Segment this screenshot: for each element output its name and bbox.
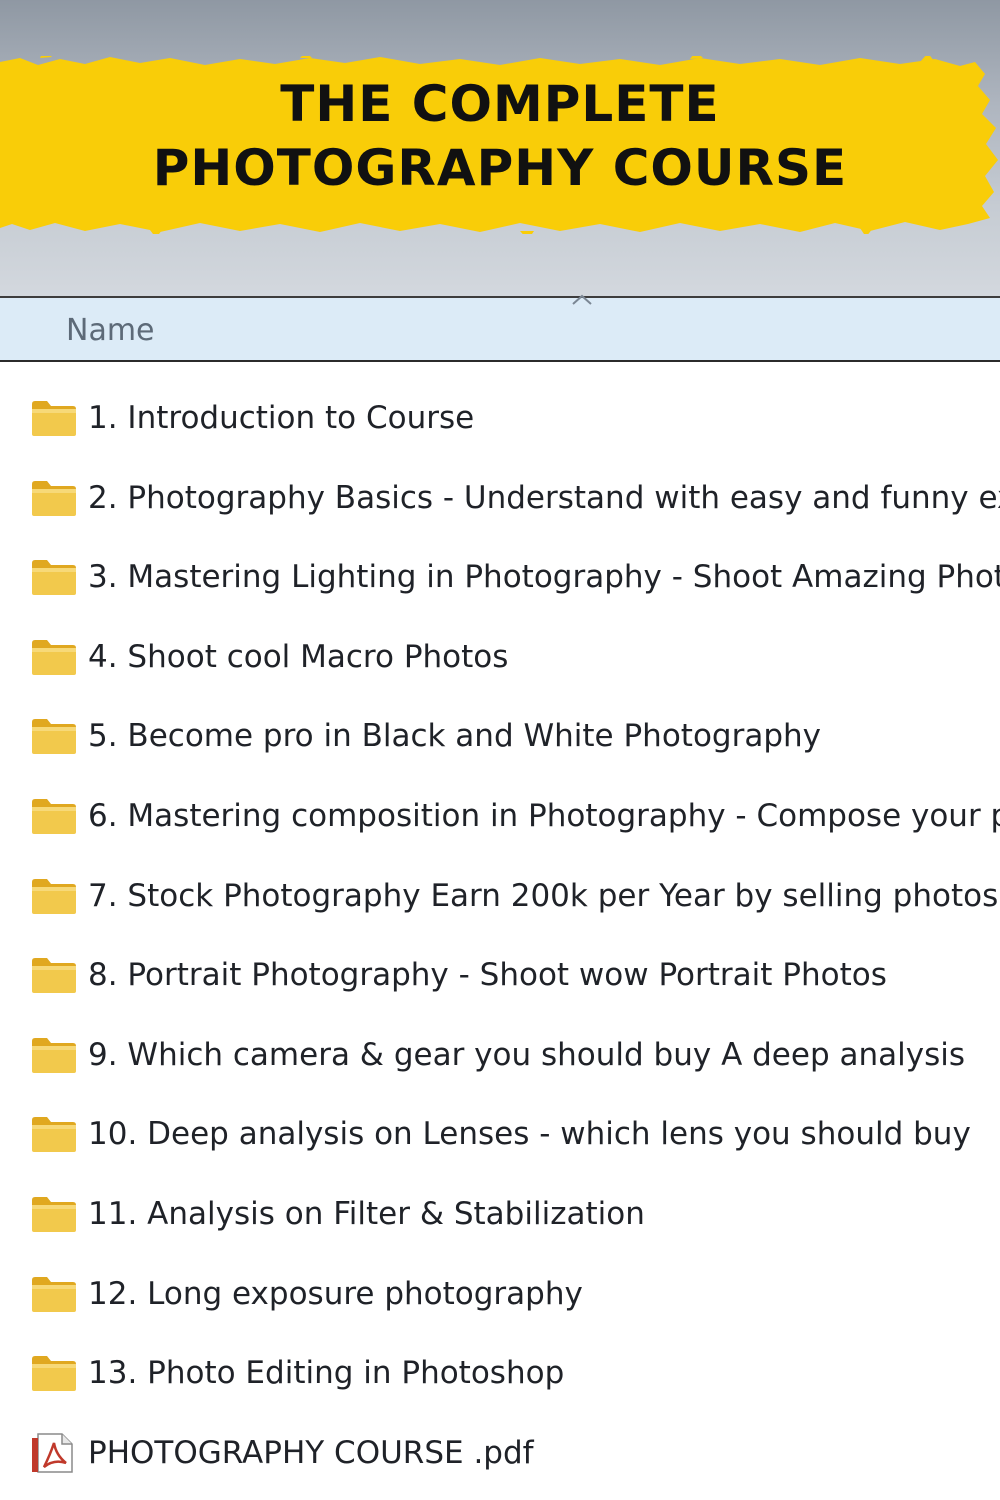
folder-row-2[interactable]: 2. Photography Basics - Understand with … [0, 460, 1000, 540]
folder-name: 7. Stock Photography Earn 200k per Year … [88, 877, 1000, 914]
course-title-line-2: PHOTOGRAPHY COURSE [152, 139, 848, 197]
pdf-icon [32, 1432, 73, 1473]
folder-row-4[interactable]: 4. Shoot cool Macro Photos [0, 619, 1000, 699]
folder-name: 1. Introduction to Course [88, 400, 475, 436]
folder-icon [32, 878, 76, 914]
folder-name: 8. Portrait Photography - Shoot wow Port… [88, 957, 887, 994]
folder-row-3[interactable]: 3. Mastering Lighting in Photography - S… [0, 539, 1000, 619]
folder-icon [32, 1276, 76, 1312]
folder-row-8[interactable]: 8. Portrait Photography - Shoot wow Port… [0, 937, 1000, 1017]
sort-chevron-icon [572, 294, 592, 305]
folder-icon [32, 639, 76, 675]
folder-icon [32, 480, 76, 516]
folder-name: 10. Deep analysis on Lenses - which lens… [88, 1116, 971, 1153]
course-title: THE COMPLETE PHOTOGRAPHY COURSE [0, 72, 1000, 200]
folder-name: 4. Shoot cool Macro Photos [88, 638, 509, 675]
folder-icon [32, 719, 76, 755]
folder-name: 2. Photography Basics - Understand with … [88, 479, 1000, 516]
name-column-header[interactable]: Name [0, 294, 1000, 362]
folder-icon [32, 958, 76, 994]
folder-name: 5. Become pro in Black and White Photogr… [88, 718, 821, 755]
folder-row-1[interactable]: 1. Introduction to Course [0, 380, 1000, 460]
name-column-label: Name [66, 313, 155, 348]
folder-icon [32, 401, 76, 436]
folder-name: 12. Long exposure photography [88, 1275, 583, 1312]
folder-row-5[interactable]: 5. Become pro in Black and White Photogr… [0, 698, 1000, 778]
folder-icon [32, 560, 76, 596]
folder-icon [32, 1196, 76, 1232]
folder-name: 13. Photo Editing in Photoshop [88, 1355, 565, 1392]
folder-row-12[interactable]: 12. Long exposure photography [0, 1256, 1000, 1336]
folder-name: 11. Analysis on Filter & Stabilization [88, 1195, 645, 1232]
folder-row-9[interactable]: 9. Which camera & gear you should buy A … [0, 1017, 1000, 1097]
title-banner: THE COMPLETE PHOTOGRAPHY COURSE [0, 56, 1000, 234]
folder-row-11[interactable]: 11. Analysis on Filter & Stabilization [0, 1176, 1000, 1256]
folder-row-6[interactable]: 6. Mastering composition in Photography … [0, 778, 1000, 858]
file-list: 1. Introduction to Course 2. Photography… [0, 380, 1000, 1494]
folder-row-7[interactable]: 7. Stock Photography Earn 200k per Year … [0, 858, 1000, 938]
folder-icon [32, 1037, 76, 1073]
folder-row-10[interactable]: 10. Deep analysis on Lenses - which lens… [0, 1096, 1000, 1176]
folder-name: 3. Mastering Lighting in Photography - S… [88, 559, 1000, 596]
folder-name: 6. Mastering composition in Photography … [88, 797, 1000, 834]
file-name: PHOTOGRAPHY COURSE .pdf [88, 1434, 534, 1471]
folder-icon [32, 1117, 76, 1153]
folder-icon [32, 1356, 76, 1392]
folder-name: 9. Which camera & gear you should buy A … [88, 1036, 965, 1073]
folder-row-13[interactable]: 13. Photo Editing in Photoshop [0, 1335, 1000, 1415]
course-title-line-1: THE COMPLETE [280, 75, 720, 133]
folder-icon [32, 798, 76, 834]
page: THE COMPLETE PHOTOGRAPHY COURSE Name 1. … [0, 0, 1000, 1500]
pdf-file-row[interactable]: PHOTOGRAPHY COURSE .pdf [0, 1415, 1000, 1495]
